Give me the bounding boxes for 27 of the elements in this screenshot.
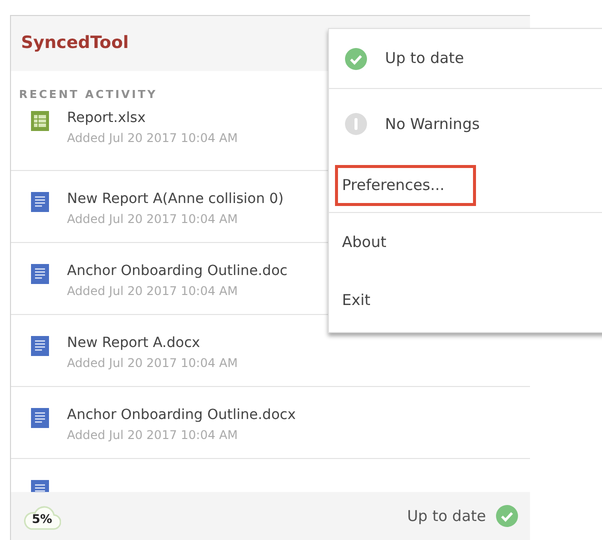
file-name[interactable]: Anchor Onboarding Outline.docx bbox=[67, 404, 296, 426]
file-name[interactable]: Report.xlsx bbox=[67, 108, 146, 128]
document-icon bbox=[31, 264, 49, 284]
document-icon bbox=[31, 336, 49, 356]
spreadsheet-icon bbox=[31, 110, 49, 130]
section-heading: RECENT ACTIVITY bbox=[18, 87, 158, 103]
menu-item[interactable]: No Warnings bbox=[345, 106, 480, 142]
file-date: Added Jul 20 2017 10:04 AM bbox=[67, 282, 238, 300]
exclamation-circle-icon bbox=[345, 113, 367, 135]
document-icon bbox=[31, 408, 49, 428]
check-circle-icon bbox=[496, 505, 518, 527]
app-title: SyncedTool bbox=[21, 32, 129, 55]
file-date: Added Jul 20 2017 10:04 AM bbox=[67, 426, 238, 444]
file-name[interactable]: New Report A.docx bbox=[67, 332, 200, 354]
file-name[interactable]: New Report A(Anne collision 0) bbox=[67, 188, 284, 210]
file-date: Added Jul 20 2017 10:04 AM bbox=[67, 130, 238, 146]
progress-text: 5% bbox=[32, 511, 52, 528]
sync-status: Up to date bbox=[407, 506, 486, 527]
check-circle-icon bbox=[345, 48, 367, 70]
file-name[interactable]: Anchor Onboarding Outline.doc bbox=[67, 260, 288, 282]
document-icon bbox=[31, 192, 49, 212]
file-date: Added Jul 20 2017 10:04 AM bbox=[67, 210, 238, 228]
menu-item[interactable]: Preferences... bbox=[335, 165, 476, 206]
file-date: Added Jul 20 2017 10:04 AM bbox=[67, 354, 238, 372]
menu-item[interactable]: Up to date bbox=[345, 41, 464, 76]
menu-item[interactable]: About bbox=[342, 224, 386, 260]
menu-item[interactable]: Exit bbox=[342, 282, 370, 318]
